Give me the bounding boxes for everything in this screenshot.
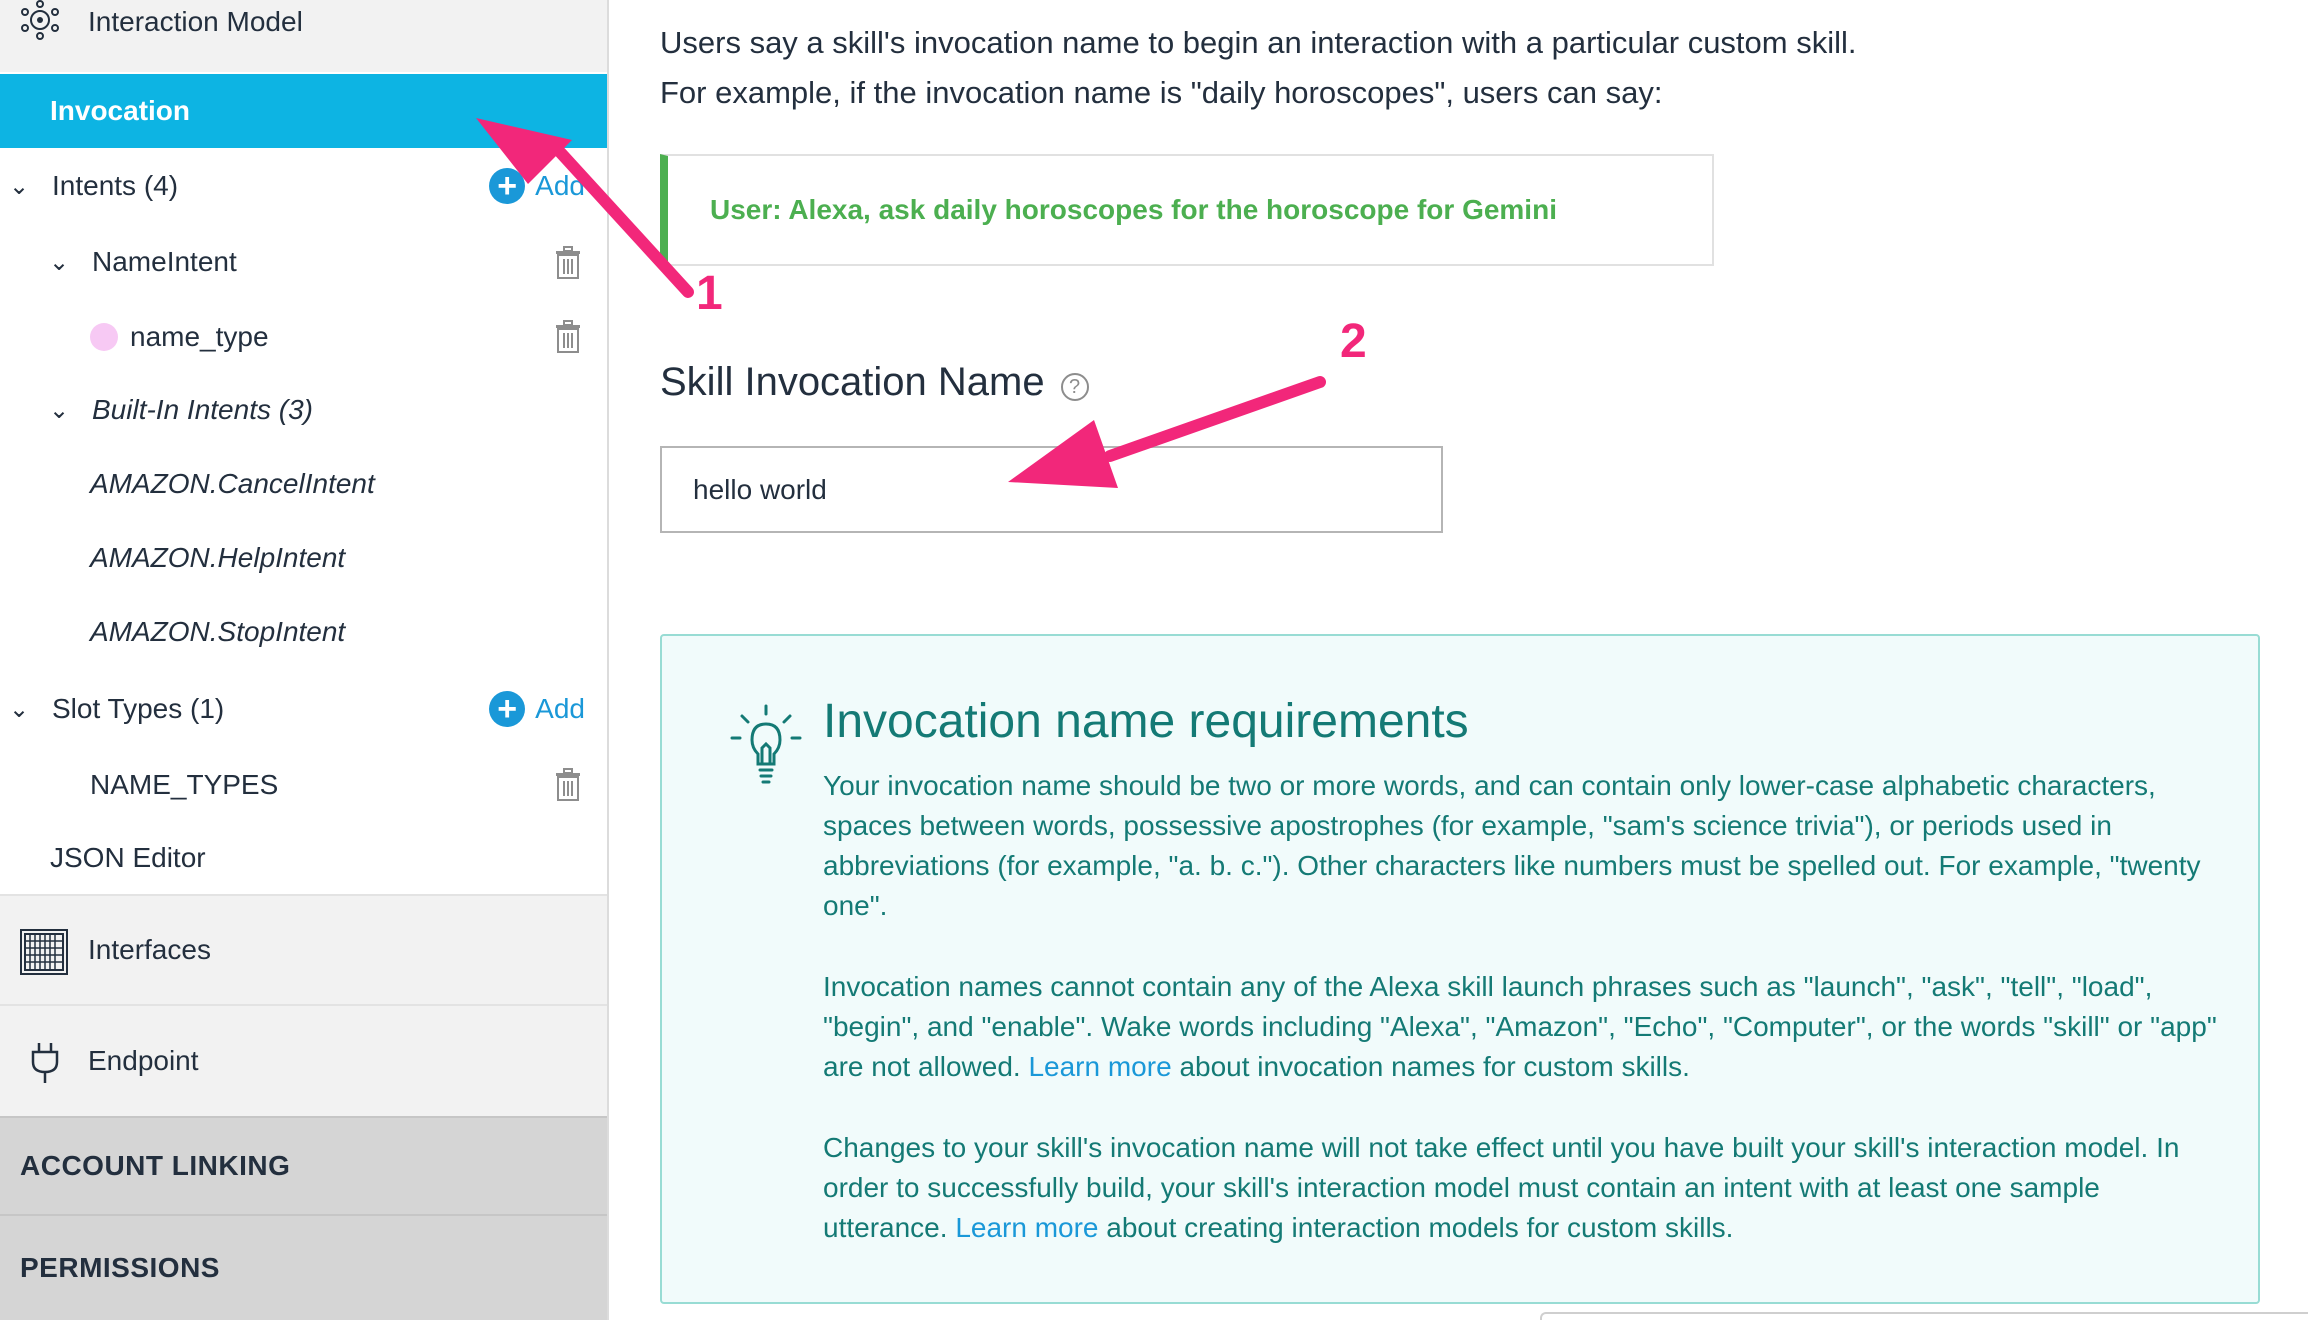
sidebar-label-permissions: PERMISSIONS <box>20 1252 220 1283</box>
sidebar-label-name-types: NAME_TYPES <box>90 769 279 800</box>
sidebar-label-name-intent: NameIntent <box>92 246 237 277</box>
requirements-paragraph-1: Your invocation name should be two or mo… <box>823 770 2201 921</box>
sidebar-item-name-type-slot[interactable]: name_type <box>0 300 607 374</box>
example-utterance-box: User: Alexa, ask daily horoscopes for th… <box>660 154 1714 266</box>
annotation-label-1: 1 <box>696 267 723 320</box>
plus-circle-icon: + <box>489 691 526 727</box>
slot-color-dot <box>90 323 118 351</box>
sidebar-item-name-intent[interactable]: ⌄ NameIntent <box>0 226 607 298</box>
add-slot-type-label: Add <box>535 693 585 724</box>
learn-more-interaction-model-link[interactable]: Learn more <box>955 1212 1098 1243</box>
main-content: Users say a skill's invocation name to b… <box>611 0 2308 1320</box>
interfaces-grid-icon <box>20 929 68 975</box>
sidebar-label-endpoint: Endpoint <box>88 1045 199 1076</box>
bottom-panel-edge <box>1540 1312 2308 1320</box>
sidebar-item-help-intent[interactable]: AMAZON.HelpIntent <box>0 522 607 594</box>
trash-icon[interactable] <box>553 246 583 280</box>
para2-text-after: about invocation names for custom skills… <box>1179 1051 1690 1082</box>
sidebar-item-built-in-intents[interactable]: ⌄ Built-In Intents (3) <box>0 374 607 446</box>
para3-text-after: about creating interaction models for cu… <box>1106 1212 1734 1243</box>
example-utterance: User: Alexa, ask daily horoscopes for th… <box>710 194 1557 225</box>
lightbulb-icon <box>730 704 802 784</box>
sidebar-item-slot-types[interactable]: ⌄ Slot Types (1) + Add <box>0 672 607 746</box>
sidebar-section-permissions[interactable]: PERMISSIONS <box>0 1214 607 1320</box>
skill-invocation-name-label: Skill Invocation Name ? <box>660 360 1089 405</box>
sidebar-item-stop-intent[interactable]: AMAZON.StopIntent <box>0 596 607 668</box>
interaction-model-icon <box>21 0 59 40</box>
add-slot-type-button[interactable]: + Add <box>489 691 585 727</box>
sidebar-item-cancel-intent[interactable]: AMAZON.CancelIntent <box>0 448 607 520</box>
chevron-down-icon[interactable]: ⌄ <box>4 695 34 724</box>
sidebar-label-built-in-intents: Built-In Intents (3) <box>92 394 313 425</box>
sidebar-label-name-type: name_type <box>130 321 269 352</box>
trash-icon[interactable] <box>553 320 583 354</box>
sidebar-section-account-linking[interactable]: ACCOUNT LINKING <box>0 1116 607 1214</box>
intro-line-2: For example, if the invocation name is "… <box>660 75 1663 110</box>
sidebar-label-intents: Intents (4) <box>52 170 179 201</box>
chevron-down-icon[interactable]: ⌄ <box>4 172 34 201</box>
sidebar-label-interaction-model: Interaction Model <box>88 6 303 37</box>
trash-icon[interactable] <box>553 768 583 802</box>
requirements-paragraph-2: Invocation names cannot contain any of t… <box>823 967 2223 1087</box>
intro-text: Users say a skill's invocation name to b… <box>660 18 1857 118</box>
sidebar-item-invocation[interactable]: Invocation <box>0 74 607 148</box>
sidebar-label-cancel-intent: AMAZON.CancelIntent <box>90 468 375 499</box>
invocation-requirements-panel: Invocation name requirements Your invoca… <box>660 634 2260 1304</box>
sidebar-item-endpoint[interactable]: Endpoint <box>0 1004 607 1116</box>
annotation-label-2: 2 <box>1340 315 1367 368</box>
intro-line-1: Users say a skill's invocation name to b… <box>660 25 1857 60</box>
plug-icon <box>31 1043 59 1083</box>
sidebar-label-help-intent: AMAZON.HelpIntent <box>90 542 346 573</box>
add-intent-button[interactable]: + Add <box>489 168 585 204</box>
plus-circle-icon: + <box>489 168 526 204</box>
sidebar-item-intents[interactable]: ⌄ Intents (4) + Add <box>0 150 607 222</box>
sidebar-item-json-editor[interactable]: JSON Editor <box>0 822 607 894</box>
field-label-text: Skill Invocation Name <box>660 360 1045 404</box>
sidebar-label-invocation: Invocation <box>50 95 191 126</box>
requirements-title: Invocation name requirements <box>823 695 1469 748</box>
sidebar-label-stop-intent: AMAZON.StopIntent <box>90 616 346 647</box>
sidebar-label-account-linking: ACCOUNT LINKING <box>20 1150 291 1181</box>
sidebar-label-slot-types: Slot Types (1) <box>52 693 225 724</box>
chevron-down-icon[interactable]: ⌄ <box>44 396 74 425</box>
invocation-name-input[interactable] <box>660 446 1443 533</box>
requirements-paragraph-3: Changes to your skill's invocation name … <box>823 1128 2223 1248</box>
help-icon[interactable]: ? <box>1060 372 1089 401</box>
sidebar-item-interaction-model[interactable]: Interaction Model <box>0 0 607 72</box>
chevron-down-icon[interactable]: ⌄ <box>44 248 74 277</box>
add-intent-label: Add <box>535 170 585 201</box>
learn-more-invocation-link[interactable]: Learn more <box>1028 1051 1171 1082</box>
sidebar-label-interfaces: Interfaces <box>88 934 211 965</box>
sidebar-item-interfaces[interactable]: Interfaces <box>0 894 607 1004</box>
sidebar: Interaction Model Invocation ⌄ Intents (… <box>0 0 609 1320</box>
sidebar-item-name-types[interactable]: NAME_TYPES <box>0 748 607 822</box>
sidebar-label-json-editor: JSON Editor <box>50 842 206 873</box>
